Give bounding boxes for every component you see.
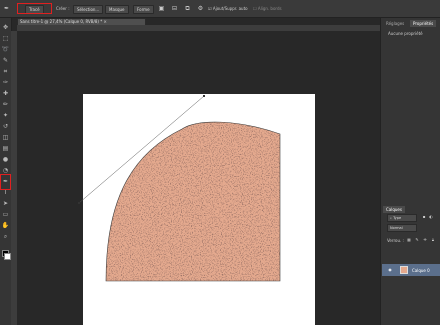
mask-button[interactable]: Masque — [105, 5, 129, 14]
textured-shape[interactable] — [106, 119, 280, 281]
visibility-eye-icon[interactable]: ◉ — [387, 267, 393, 273]
selection-button[interactable]: Sélection... — [73, 5, 104, 14]
pen-preset-icon[interactable]: ✒ — [2, 4, 11, 13]
make-label: Créer : — [56, 6, 70, 11]
lock-position-icon[interactable]: ✛ — [422, 237, 428, 243]
healing-brush-tool-icon[interactable]: ✚ — [1, 90, 10, 98]
artwork-layer[interactable] — [17, 31, 380, 325]
type-tool-icon[interactable]: T — [1, 189, 10, 197]
handle-point-right[interactable] — [203, 95, 205, 97]
marquee-tool-icon[interactable]: ⬚ — [1, 35, 10, 43]
brush-tool-icon[interactable]: ✏ — [1, 101, 10, 109]
gear-icon[interactable]: ⚙ — [196, 4, 205, 13]
filter-pixel-icon[interactable]: ▪ — [421, 214, 427, 220]
right-panel: Réglages Propriétés Aucune propriété Cal… — [380, 18, 440, 325]
history-brush-tool-icon[interactable]: ↺ — [1, 123, 10, 131]
shape-button[interactable]: Forme — [133, 5, 154, 14]
clone-stamp-tool-icon[interactable]: ✦ — [1, 112, 10, 120]
crop-tool-icon[interactable]: ⌗ — [1, 68, 10, 76]
tab-layers[interactable]: Calques — [383, 206, 405, 213]
layer-name: Calque 0 — [412, 268, 430, 273]
auto-add-delete-label: Ajout/Suppr. auto — [212, 6, 248, 11]
lock-label: Verrou. : — [387, 238, 404, 243]
blend-mode-select[interactable]: Normal — [387, 224, 417, 232]
layer-kind-filter[interactable]: ⌕ Type — [387, 214, 417, 222]
tab-properties[interactable]: Propriétés — [410, 20, 437, 27]
layer-row[interactable]: ◉ Calque 0 — [382, 264, 440, 276]
path-operations-icon[interactable]: ▣ — [157, 4, 166, 13]
tab-adjustments[interactable]: Réglages — [383, 20, 407, 27]
handle-point-left[interactable] — [78, 202, 80, 204]
path-alignment-icon[interactable]: ⊟ — [170, 4, 179, 13]
zoom-tool-icon[interactable]: ⌕ — [1, 233, 10, 241]
layer-thumbnail — [400, 266, 408, 274]
properties-empty-text: Aucune propriété — [388, 31, 423, 36]
lasso-tool-icon[interactable]: ➰ — [1, 46, 10, 54]
background-color-swatch[interactable] — [4, 253, 11, 260]
options-bar: ✒ Tracé Créer : Sélection... Masque Form… — [0, 0, 440, 18]
filter-adjust-icon[interactable]: ◐ — [428, 214, 434, 220]
lock-all-icon[interactable]: 🔒︎ — [430, 237, 436, 243]
auto-add-delete-checkbox[interactable]: ☑ Ajout/Suppr. auto — [208, 5, 248, 12]
align-edges-checkbox[interactable]: ☐ Align. bords — [253, 5, 282, 12]
lock-pixels-icon[interactable]: ▦ — [406, 237, 412, 243]
magnifier-icon: ⌕ — [390, 216, 392, 220]
shape-tool-icon[interactable]: ▭ — [1, 211, 10, 219]
trace-highlight-box — [17, 3, 52, 14]
canvas-area[interactable] — [17, 31, 380, 325]
eyedropper-tool-icon[interactable]: ✑ — [1, 79, 10, 87]
eraser-tool-icon[interactable]: ◫ — [1, 134, 10, 142]
move-tool-icon[interactable]: ✥ — [1, 24, 10, 32]
quick-select-tool-icon[interactable]: ✎ — [1, 57, 10, 65]
path-arrangement-icon[interactable]: ⧉ — [183, 4, 192, 13]
document-title: Sans titre-1 @ 27,4% (Calque 0, RVB/8) * — [20, 19, 103, 24]
pen-tool-highlight-box — [0, 174, 11, 190]
path-select-tool-icon[interactable]: ➤ — [1, 200, 10, 208]
layer-kind-value: Type — [393, 216, 402, 220]
gradient-tool-icon[interactable]: ▤ — [1, 145, 10, 153]
blur-tool-icon[interactable]: ● — [1, 156, 10, 164]
close-tab-icon[interactable]: × — [104, 19, 107, 24]
align-edges-label: Align. bords — [257, 6, 282, 11]
hand-tool-icon[interactable]: ✋ — [1, 222, 10, 230]
lock-paint-icon[interactable]: ✎ — [414, 237, 420, 243]
